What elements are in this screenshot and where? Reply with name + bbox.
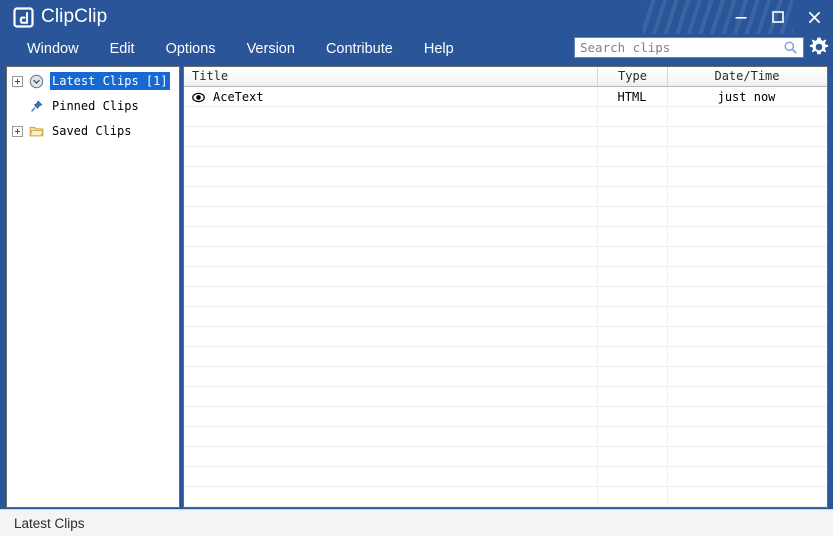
row-grid-lines bbox=[184, 87, 827, 507]
column-header-type[interactable]: Type bbox=[597, 67, 667, 86]
clock-icon bbox=[28, 73, 44, 89]
menu-item-edit[interactable]: Edit bbox=[101, 39, 144, 59]
folder-icon bbox=[28, 123, 44, 139]
clip-folders-tree[interactable]: Latest Clips [1] Pinned Clips bbox=[6, 66, 180, 508]
expand-icon-latest-clips[interactable] bbox=[12, 76, 23, 87]
search-input[interactable] bbox=[580, 38, 770, 57]
search-icon[interactable] bbox=[783, 40, 798, 55]
menu-item-options[interactable]: Options bbox=[157, 39, 225, 59]
cell-type: HTML bbox=[597, 88, 667, 107]
column-divider-1 bbox=[597, 87, 598, 507]
clip-title-text: AceText bbox=[213, 88, 264, 107]
expand-icon-saved-clips[interactable] bbox=[12, 126, 23, 137]
column-header-title[interactable]: Title bbox=[184, 67, 597, 86]
menu-items: Window Edit Options Version Contribute H… bbox=[18, 34, 463, 64]
clipclip-window: ClipClip Window Edit Option bbox=[0, 0, 833, 536]
cell-date-time: just now bbox=[667, 88, 826, 107]
sidebar-item-label: Pinned Clips bbox=[50, 97, 141, 115]
table-row[interactable]: AceText HTML just now bbox=[184, 87, 827, 107]
menu-item-contribute[interactable]: Contribute bbox=[317, 39, 402, 59]
sidebar-item-pinned-clips[interactable]: Pinned Clips bbox=[7, 96, 179, 116]
sidebar-item-label: Saved Clips bbox=[50, 122, 133, 140]
menu-item-version[interactable]: Version bbox=[238, 39, 304, 59]
minimize-icon[interactable] bbox=[722, 2, 759, 32]
sidebar-item-latest-clips[interactable]: Latest Clips [1] bbox=[7, 71, 179, 91]
column-divider-2 bbox=[667, 87, 668, 507]
cell-title: AceText bbox=[184, 88, 597, 107]
menu-item-help[interactable]: Help bbox=[415, 39, 463, 59]
title-bar: ClipClip bbox=[0, 0, 833, 34]
clip-list-panel[interactable]: Title Type Date/Time bbox=[183, 66, 828, 508]
window-controls bbox=[722, 0, 833, 34]
search-box[interactable] bbox=[574, 37, 804, 58]
sidebar-item-label: Latest Clips [1] bbox=[50, 72, 170, 90]
app-title: ClipClip bbox=[41, 5, 107, 29]
pushpin-icon bbox=[28, 98, 44, 114]
close-icon[interactable] bbox=[796, 2, 833, 32]
clip-list-header: Title Type Date/Time bbox=[184, 67, 827, 87]
gear-icon[interactable] bbox=[808, 36, 830, 58]
status-text: Latest Clips bbox=[14, 515, 85, 533]
menu-item-window[interactable]: Window bbox=[18, 39, 88, 59]
sidebar-item-saved-clips[interactable]: Saved Clips bbox=[7, 121, 179, 141]
status-bar: Latest Clips bbox=[0, 509, 833, 536]
clipclip-logo-icon bbox=[13, 7, 34, 28]
clip-list-rows: AceText HTML just now bbox=[184, 87, 827, 507]
main-content: Latest Clips [1] Pinned Clips bbox=[0, 64, 833, 509]
eye-icon bbox=[192, 91, 205, 104]
column-header-date-time[interactable]: Date/Time bbox=[667, 67, 826, 86]
maximize-icon[interactable] bbox=[759, 2, 796, 32]
